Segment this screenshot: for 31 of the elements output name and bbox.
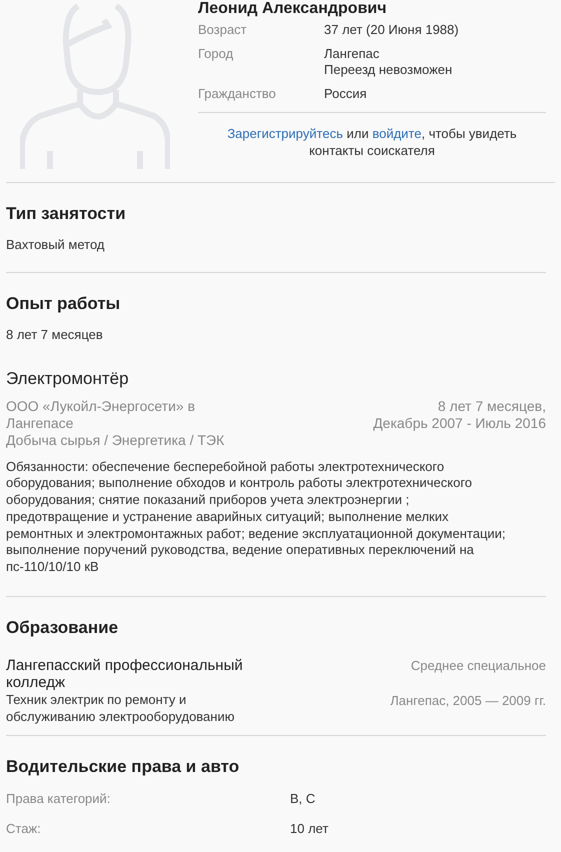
industry: Добыча сырья / Энергетика / ТЭК (6, 432, 226, 448)
section-title: Тип занятости (6, 203, 127, 225)
job-duration: 8 лет 7 месяцев, (438, 398, 546, 414)
education-place-years: Лангепас, 2005 — 2009 гг. (390, 692, 546, 709)
candidate-name: Леонид Александрович (198, 0, 388, 18)
employment-type: Вахтовый метод (6, 236, 106, 254)
register-link[interactable]: Зарегистрируйтесь (227, 126, 343, 141)
specialty: Техник электрик по ремонту и обслуживанию электрооборудованию (6, 690, 236, 725)
field-label: Гражданство (198, 86, 277, 102)
field-label: Город (198, 46, 234, 63)
field-value: 37 лет (20 Июня 1988) (324, 22, 459, 38)
driving-value: B, C (290, 790, 316, 808)
field-value: Переезд невозможен (324, 62, 452, 78)
section-title: Образование (6, 617, 120, 640)
field-value: Лангепас (324, 46, 380, 62)
job-position: Электромонтёр (6, 368, 130, 390)
section-title: Водительские права и авто (6, 756, 240, 778)
section-title: Опыт работы (6, 293, 122, 315)
field-label: Возраст (198, 22, 248, 38)
job-period: Декабрь 2007 - Июль 2016 (373, 414, 546, 432)
field-value: Россия (324, 86, 367, 102)
experience-total: 8 лет 7 месяцев (6, 326, 104, 344)
driving-label: Стаж: (6, 820, 42, 838)
contacts-notice: Зарегистрируйтесь или войдите, чтобы увидеть контакты соискателя (226, 125, 518, 159)
education-level: Среднее специальное (410, 656, 546, 674)
company-name: ООО «Лукойл-Энергосети» в Лангепасе (6, 398, 196, 432)
login-link[interactable]: войдите (372, 126, 422, 141)
job-description: Обязанности: обеспечение бесперебойной работы электротехнического оборудования; выполнение обходов и контроль работы электротехнического оборудования; снятие показаний приборов учета электроэнергии ; предотвращение и устранение аварийных ситуаций; выполнение мелких ремонтных и электромонтажных работ; ведение эксплуатационной документации; выполнение поручений руководства, ведение оперативных переключений на пс-110/10/10 кВ (6, 458, 507, 576)
institution-name: Лангепасский профессиональный колледж (6, 656, 244, 691)
driving-value: 10 лет (290, 820, 328, 838)
driving-label: Права категорий: (6, 790, 112, 808)
